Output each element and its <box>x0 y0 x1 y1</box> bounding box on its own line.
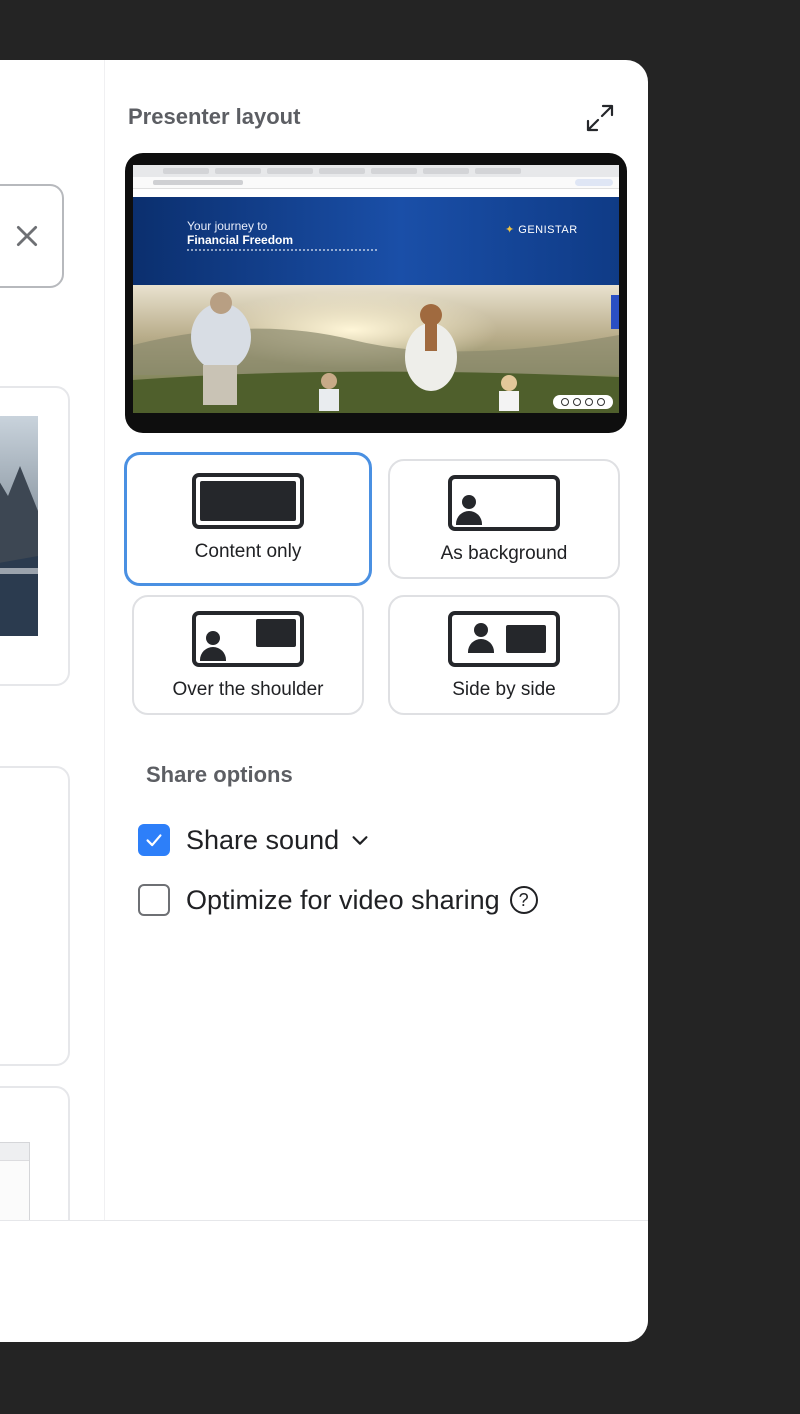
share-sound-checkbox[interactable] <box>138 824 170 856</box>
close-icon <box>16 225 38 247</box>
website-hero-banner: Your journey to Financial Freedom ✦ GENI… <box>133 197 619 285</box>
close-button[interactable] <box>0 184 64 288</box>
side-tab <box>611 295 619 329</box>
layout-label: Content only <box>194 541 302 562</box>
expand-button[interactable] <box>582 100 618 136</box>
share-source-thumbnail[interactable] <box>0 386 70 686</box>
help-icon[interactable]: ? <box>509 886 538 914</box>
presenter-layout-preview: Your journey to Financial Freedom ✦ GENI… <box>125 153 627 433</box>
share-options-title: Share options <box>146 762 293 787</box>
optimize-video-label[interactable]: Optimize for video sharing <box>186 885 500 916</box>
share-source-list <box>0 60 104 1246</box>
layout-as-background[interactable]: As background <box>388 459 620 579</box>
over-the-shoulder-icon <box>192 611 304 667</box>
layout-side-by-side[interactable]: Side by side <box>388 595 620 715</box>
presenter-layout-title: Presenter layout <box>128 104 301 129</box>
share-sound-row: Share sound <box>138 824 371 856</box>
as-background-icon <box>448 475 560 531</box>
share-sound-label[interactable]: Share sound <box>186 825 339 856</box>
family-photo <box>133 285 619 413</box>
column-divider <box>104 60 105 1220</box>
share-screen-dialog: Presenter layout Your journey to Financi… <box>0 60 648 1342</box>
layout-label: As background <box>440 543 568 564</box>
optimize-video-row: Optimize for video sharing ? <box>138 884 538 916</box>
page-toolbar <box>553 395 613 409</box>
desktop-wallpaper-thumbnail <box>0 416 38 636</box>
checkmark-icon <box>146 834 162 847</box>
layout-over-the-shoulder[interactable]: Over the shoulder <box>132 595 364 715</box>
share-source-thumbnail[interactable] <box>0 766 70 1066</box>
hero-line-2: Financial Freedom <box>187 233 294 247</box>
optimize-video-checkbox[interactable] <box>138 884 170 916</box>
shared-screen-preview: Your journey to Financial Freedom ✦ GENI… <box>133 165 619 413</box>
brand-logo: ✦ GENISTAR <box>505 224 578 236</box>
layout-label: Side by side <box>452 679 556 700</box>
dialog-footer <box>0 1221 648 1342</box>
hero-line-1: Your journey to <box>187 219 268 233</box>
side-by-side-icon <box>448 611 560 667</box>
layout-label: Over the shoulder <box>172 679 324 700</box>
expand-icon <box>586 104 614 132</box>
layout-content-only[interactable]: Content only <box>124 452 372 586</box>
content-only-icon <box>192 473 304 529</box>
chevron-down-icon[interactable] <box>349 829 371 851</box>
